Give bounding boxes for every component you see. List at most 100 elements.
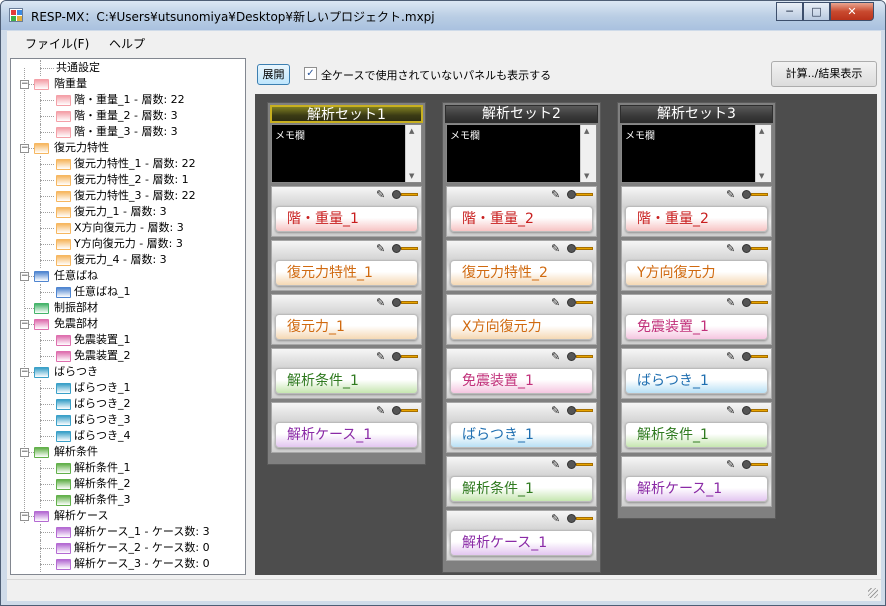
panel-label-chip[interactable]: 階・重量_2 [625,206,768,232]
tree-node-category[interactable]: − 解析ケース [11,508,245,524]
tree-node-category[interactable]: − 免震部材 [11,316,245,332]
menu-help[interactable]: ヘルプ [109,35,145,52]
memo-field[interactable]: メモ欄 ▲ ▼ [271,124,422,183]
tree-node-item[interactable]: 解析ケース_3 - ケース数: 0 [11,556,245,572]
panel-label-chip[interactable]: 解析条件_1 [275,368,418,394]
panel-label-chip[interactable]: 解析ケース_1 [275,422,418,448]
panel-label-chip[interactable]: 解析ケース_1 [450,530,593,556]
tree-node-category[interactable]: 制振部材 [11,300,245,316]
scroll-down-icon[interactable]: ▼ [409,172,414,180]
panel-label-chip[interactable]: 復元力特性_1 [275,260,418,286]
memo-scrollbar[interactable]: ▲ ▼ [580,125,596,182]
toggle-switch-icon[interactable] [742,190,768,199]
show-unused-checkbox[interactable]: ✓ [304,67,317,80]
toggle-switch-icon[interactable] [392,298,418,307]
toggle-switch-icon[interactable] [567,352,593,361]
edit-pencil-icon[interactable]: ✎ [551,297,560,309]
tree-node-item[interactable]: 階・重量_2 - 層数: 3 [11,108,245,124]
tree-node-item[interactable]: 共通設定 [11,60,245,76]
tree-node-item[interactable]: 解析ケース_2 - ケース数: 0 [11,540,245,556]
edit-pencil-icon[interactable]: ✎ [551,405,560,417]
collapse-icon[interactable]: − [20,368,29,377]
toggle-switch-icon[interactable] [567,460,593,469]
analysis-set-title[interactable]: 解析セット3 [620,105,773,123]
toggle-switch-icon[interactable] [567,514,593,523]
scroll-down-icon[interactable]: ▼ [759,172,764,180]
tree-node-category[interactable]: − 解析条件 [11,444,245,460]
tree-node-item[interactable]: 復元力_1 - 層数: 3 [11,204,245,220]
tree-node-item[interactable]: ばらつき_4 [11,428,245,444]
toggle-switch-icon[interactable] [567,190,593,199]
tree-node-item[interactable]: 解析条件_1 [11,460,245,476]
tree-node-item[interactable]: ばらつき_3 [11,412,245,428]
memo-field[interactable]: メモ欄 ▲ ▼ [621,124,772,183]
edit-pencil-icon[interactable]: ✎ [551,189,560,201]
resize-grip[interactable] [868,588,878,598]
project-tree[interactable]: 共通設定 − 階重量 階・重量_1 - 層数: 22 階・重量_2 - 層数: 3 階・重… [10,58,246,575]
panel-label-chip[interactable]: 復元力_1 [275,314,418,340]
toggle-switch-icon[interactable] [742,406,768,415]
edit-pencil-icon[interactable]: ✎ [376,297,385,309]
analysis-set-title[interactable]: 解析セット1 [270,105,423,123]
edit-pencil-icon[interactable]: ✎ [376,351,385,363]
tree-node-item[interactable]: 解析条件_2 [11,476,245,492]
edit-pencil-icon[interactable]: ✎ [726,189,735,201]
edit-pencil-icon[interactable]: ✎ [551,459,560,471]
edit-pencil-icon[interactable]: ✎ [376,243,385,255]
tree-node-item[interactable]: 免震装置_1 [11,332,245,348]
minimize-button[interactable]: ─ [776,2,803,21]
toggle-switch-icon[interactable] [742,244,768,253]
toggle-switch-icon[interactable] [392,406,418,415]
scroll-up-icon[interactable]: ▲ [409,127,414,135]
toggle-switch-icon[interactable] [567,406,593,415]
edit-pencil-icon[interactable]: ✎ [551,513,560,525]
edit-pencil-icon[interactable]: ✎ [551,351,560,363]
tree-node-item[interactable]: 復元力特性_3 - 層数: 22 [11,188,245,204]
close-button[interactable]: ✕ [830,2,874,21]
panel-label-chip[interactable]: 免震装置_1 [450,368,593,394]
scroll-up-icon[interactable]: ▲ [759,127,764,135]
tree-node-category[interactable]: − ばらつき [11,364,245,380]
panel-label-chip[interactable]: 復元力特性_2 [450,260,593,286]
memo-scrollbar[interactable]: ▲ ▼ [405,125,421,182]
collapse-icon[interactable]: − [20,80,29,89]
title-bar[interactable]: RESP-MX：C:¥Users¥utsunomiya¥Desktop¥新しいプ… [1,1,885,30]
toggle-switch-icon[interactable] [567,298,593,307]
edit-pencil-icon[interactable]: ✎ [726,351,735,363]
panel-label-chip[interactable]: 解析条件_1 [450,476,593,502]
expand-button[interactable]: 展開 [257,64,290,85]
tree-node-item[interactable]: 復元力特性_1 - 層数: 22 [11,156,245,172]
tree-node-item[interactable]: Y方向復元力 - 層数: 3 [11,236,245,252]
tree-node-category[interactable]: − 復元力特性 [11,140,245,156]
toggle-switch-icon[interactable] [392,244,418,253]
panel-label-chip[interactable]: 階・重量_2 [450,206,593,232]
tree-node-item[interactable]: 復元力_4 - 層数: 3 [11,252,245,268]
scroll-up-icon[interactable]: ▲ [584,127,589,135]
tree-node-category[interactable]: − 任意ばね [11,268,245,284]
tree-node-item[interactable]: ばらつき_2 [11,396,245,412]
memo-scrollbar[interactable]: ▲ ▼ [755,125,771,182]
tree-node-item[interactable]: 解析ケース_1 - ケース数: 3 [11,524,245,540]
tree-node-item[interactable]: X方向復元力 - 層数: 3 [11,220,245,236]
scroll-down-icon[interactable]: ▼ [584,172,589,180]
tree-node-item[interactable]: 解析条件_3 [11,492,245,508]
panel-label-chip[interactable]: 階・重量_1 [275,206,418,232]
maximize-button[interactable]: □ [803,2,830,21]
tree-node-category[interactable]: − 階重量 [11,76,245,92]
tree-node-item[interactable]: 階・重量_1 - 層数: 22 [11,92,245,108]
edit-pencil-icon[interactable]: ✎ [726,459,735,471]
toggle-switch-icon[interactable] [742,460,768,469]
show-unused-label[interactable]: 全ケースで使用されていないパネルも表示する [321,67,551,83]
panel-label-chip[interactable]: 解析ケース_1 [625,476,768,502]
collapse-icon[interactable]: − [20,272,29,281]
toggle-switch-icon[interactable] [392,352,418,361]
edit-pencil-icon[interactable]: ✎ [726,405,735,417]
menu-file[interactable]: ファイル(F) [25,35,89,52]
collapse-icon[interactable]: − [20,512,29,521]
panel-label-chip[interactable]: Y方向復元力 [625,260,768,286]
edit-pencil-icon[interactable]: ✎ [376,405,385,417]
tree-node-item[interactable]: ばらつき_1 [11,380,245,396]
tree-node-item[interactable]: 任意ばね_1 [11,284,245,300]
collapse-icon[interactable]: − [20,448,29,457]
calc-results-button[interactable]: 計算../結果表示 [771,61,877,87]
